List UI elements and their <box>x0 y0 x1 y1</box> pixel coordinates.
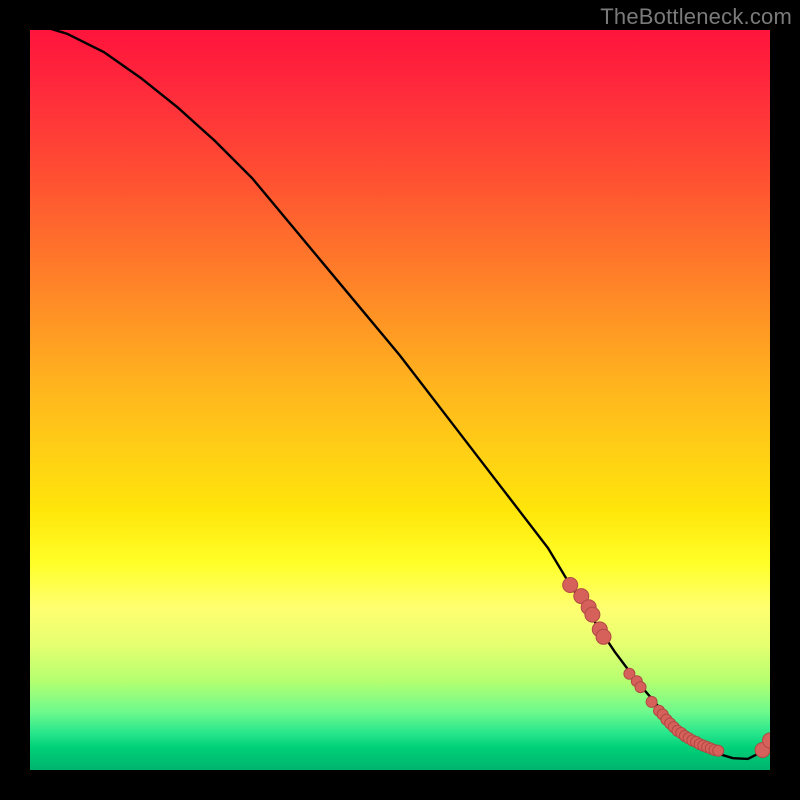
data-point <box>646 696 657 707</box>
chart-svg <box>30 30 770 770</box>
data-point <box>563 578 578 593</box>
data-point <box>635 682 646 693</box>
point-layer <box>563 578 770 758</box>
watermark-text: TheBottleneck.com <box>600 4 792 30</box>
data-point <box>585 607 600 622</box>
plot-area <box>30 30 770 770</box>
chart-root: TheBottleneck.com <box>0 0 800 800</box>
data-point <box>596 629 611 644</box>
data-point <box>713 745 724 756</box>
bottleneck-curve <box>30 30 770 759</box>
